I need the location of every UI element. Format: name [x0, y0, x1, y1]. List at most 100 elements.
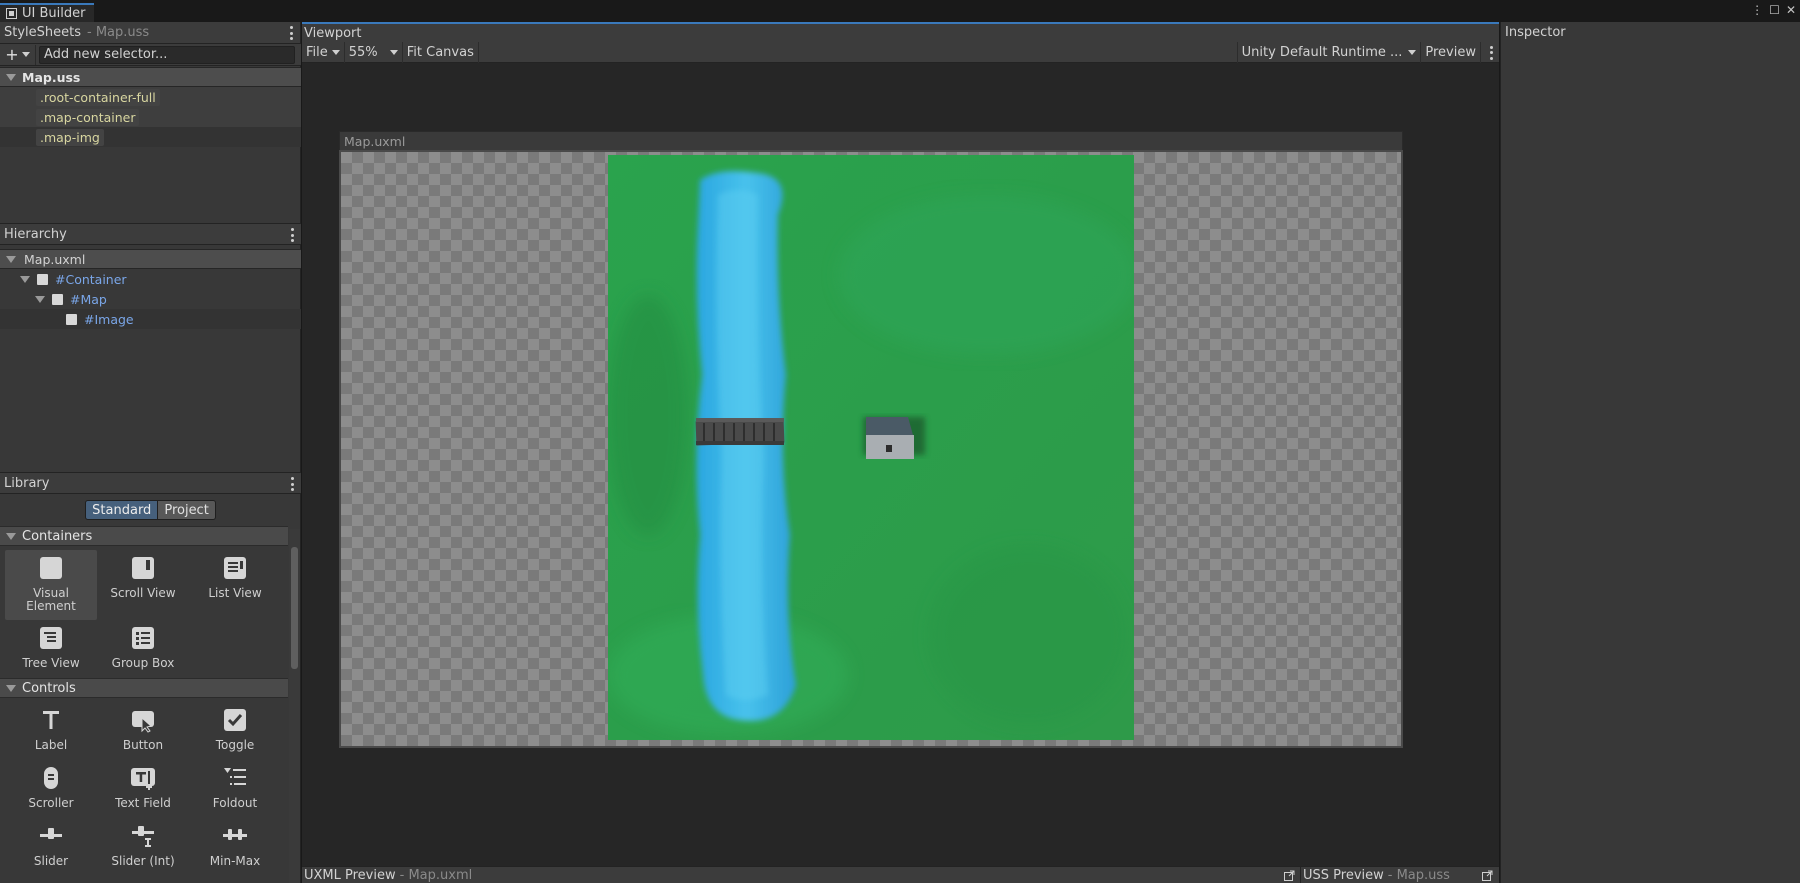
foldout-icon: [221, 764, 249, 792]
library-item-toggle[interactable]: Toggle: [189, 702, 281, 760]
uxml-preview-file-name: Map.uxml: [408, 868, 473, 883]
library-item-label: Tree View: [22, 656, 80, 670]
maximize-icon[interactable]: ☐: [1769, 3, 1780, 17]
selector-row[interactable]: .map-container: [0, 107, 301, 127]
library-item-slider[interactable]: Slider: [5, 818, 97, 876]
theme-value: Unity Default Runtime ...: [1241, 44, 1403, 60]
open-external-icon[interactable]: [1482, 870, 1493, 881]
ui-builder-tab[interactable]: UI Builder: [0, 3, 94, 22]
hierarchy-item-image[interactable]: #Image: [0, 309, 301, 329]
tab-standard[interactable]: Standard: [85, 500, 159, 520]
hierarchy-item-map[interactable]: #Map: [0, 289, 301, 309]
containers-section-header[interactable]: Containers: [0, 526, 288, 546]
hierarchy-item-label: #Image: [84, 311, 134, 327]
add-selector-input[interactable]: [39, 45, 295, 64]
library-menu-icon[interactable]: [289, 477, 295, 491]
close-icon[interactable]: ✕: [1786, 3, 1796, 17]
library-item-scroller[interactable]: Scroller: [5, 760, 97, 818]
window-controls: ⋮ ☐ ✕: [1751, 3, 1796, 17]
library-item-label: Toggle: [215, 738, 255, 752]
group-box-icon: [129, 624, 157, 652]
slider-int-icon: [129, 822, 157, 850]
library-item-text-field[interactable]: Text Field: [97, 760, 189, 818]
viewport-header: Viewport: [302, 22, 1499, 42]
library-item-visual-element[interactable]: Visual Element: [5, 550, 97, 620]
expand-triangle-icon[interactable]: [35, 295, 45, 303]
add-stylesheet-button[interactable]: +: [0, 44, 36, 65]
canvas-header[interactable]: Map.uxml: [339, 131, 1403, 150]
scroll-view-icon: [129, 554, 157, 582]
uss-preview-label: USS Preview: [1303, 868, 1384, 883]
uss-preview-file-name: Map.uss: [1396, 868, 1450, 883]
zoom-dropdown[interactable]: 55%: [345, 41, 403, 63]
viewport-title: Viewport: [304, 25, 362, 41]
library-item-scroll-view[interactable]: Scroll View: [97, 550, 189, 620]
expand-triangle-icon[interactable]: [20, 275, 30, 283]
library-item-list-view[interactable]: List View: [189, 550, 281, 620]
theme-dropdown[interactable]: Unity Default Runtime ...: [1236, 41, 1422, 63]
library-scrollbar-thumb[interactable]: [291, 547, 298, 669]
preview-bar: UXML Preview - Map.uxml USS Preview - Ma…: [302, 866, 1499, 883]
library-item-label: Button: [122, 738, 164, 752]
text-field-icon: [129, 764, 157, 792]
open-external-icon[interactable]: [1284, 870, 1295, 881]
canvas-title: Map.uxml: [344, 133, 406, 149]
preview-toggle[interactable]: Preview: [1421, 41, 1481, 63]
chevron-down-icon: [389, 49, 398, 55]
containers-grid: Visual Element Scroll View List View Tre…: [0, 546, 301, 678]
library-item-label: Min-Max: [209, 854, 261, 868]
controls-section-title: Controls: [22, 680, 76, 696]
library-item-label-control[interactable]: Label: [5, 702, 97, 760]
uxml-preview-tab[interactable]: UXML Preview - Map.uxml: [302, 867, 900, 883]
library-item-foldout[interactable]: Foldout: [189, 760, 281, 818]
selector-chip[interactable]: .root-container-full: [36, 88, 160, 106]
list-view-icon: [221, 554, 249, 582]
element-icon: [66, 313, 77, 325]
expand-triangle-icon: [6, 532, 16, 540]
ui-builder-tab-label: UI Builder: [22, 6, 86, 21]
fit-canvas-button[interactable]: Fit Canvas: [403, 41, 479, 63]
library-item-group-box[interactable]: Group Box: [97, 620, 189, 678]
selector-row[interactable]: .root-container-full: [0, 87, 301, 107]
viewport-menu-icon[interactable]: [1481, 42, 1499, 63]
library-item-label: Scroller: [28, 796, 74, 810]
controls-section-header[interactable]: Controls: [0, 678, 288, 698]
expand-triangle-icon[interactable]: [6, 73, 16, 81]
library-item-min-max[interactable]: Min-Max: [189, 818, 281, 876]
selector-chip[interactable]: .map-container: [36, 108, 140, 126]
stylesheets-file: - Map.uss: [87, 25, 150, 40]
tab-project[interactable]: Project: [158, 500, 216, 520]
scroller-icon: [37, 764, 65, 792]
stylesheets-toolbar: +: [0, 44, 301, 66]
label-icon: [37, 706, 65, 734]
selector-row[interactable]: .map-img: [0, 127, 301, 147]
inspector-panel: Inspector: [1500, 22, 1800, 883]
title-bar: [0, 0, 1800, 22]
library-item-label: Group Box: [111, 656, 175, 670]
library-item-label: Label: [34, 738, 68, 752]
uxml-preview-file: - Map.uxml: [399, 868, 473, 883]
stylesheets-tree: Map.uss .root-container-full .map-contai…: [0, 67, 301, 147]
hierarchy-menu-icon[interactable]: [289, 228, 295, 242]
hierarchy-root-row[interactable]: Map.uxml: [0, 249, 301, 269]
library-item-slider-int[interactable]: Slider (Int): [97, 818, 189, 876]
expand-triangle-icon[interactable]: [6, 255, 16, 263]
hierarchy-item-container[interactable]: #Container: [0, 269, 301, 289]
selector-chip[interactable]: .map-img: [36, 128, 104, 146]
library-item-label: List View: [208, 586, 262, 600]
library-item-button[interactable]: Button: [97, 702, 189, 760]
file-menu[interactable]: File: [302, 41, 345, 63]
containers-section-title: Containers: [22, 528, 93, 544]
chevron-down-icon: [1408, 49, 1417, 55]
toggle-icon: [221, 706, 249, 734]
map-image[interactable]: [608, 155, 1134, 740]
library-item-tree-view[interactable]: Tree View: [5, 620, 97, 678]
chevron-down-icon: [331, 49, 340, 55]
ui-builder-icon: [6, 8, 17, 19]
stylesheets-menu-icon[interactable]: [288, 26, 294, 40]
preview-label: Preview: [1425, 44, 1476, 60]
stylesheet-row[interactable]: Map.uss: [0, 67, 301, 87]
window-menu-icon[interactable]: ⋮: [1751, 3, 1763, 17]
uss-preview-tab[interactable]: USS Preview - Map.uss: [1300, 867, 1499, 883]
library-item-label: Foldout: [212, 796, 258, 810]
